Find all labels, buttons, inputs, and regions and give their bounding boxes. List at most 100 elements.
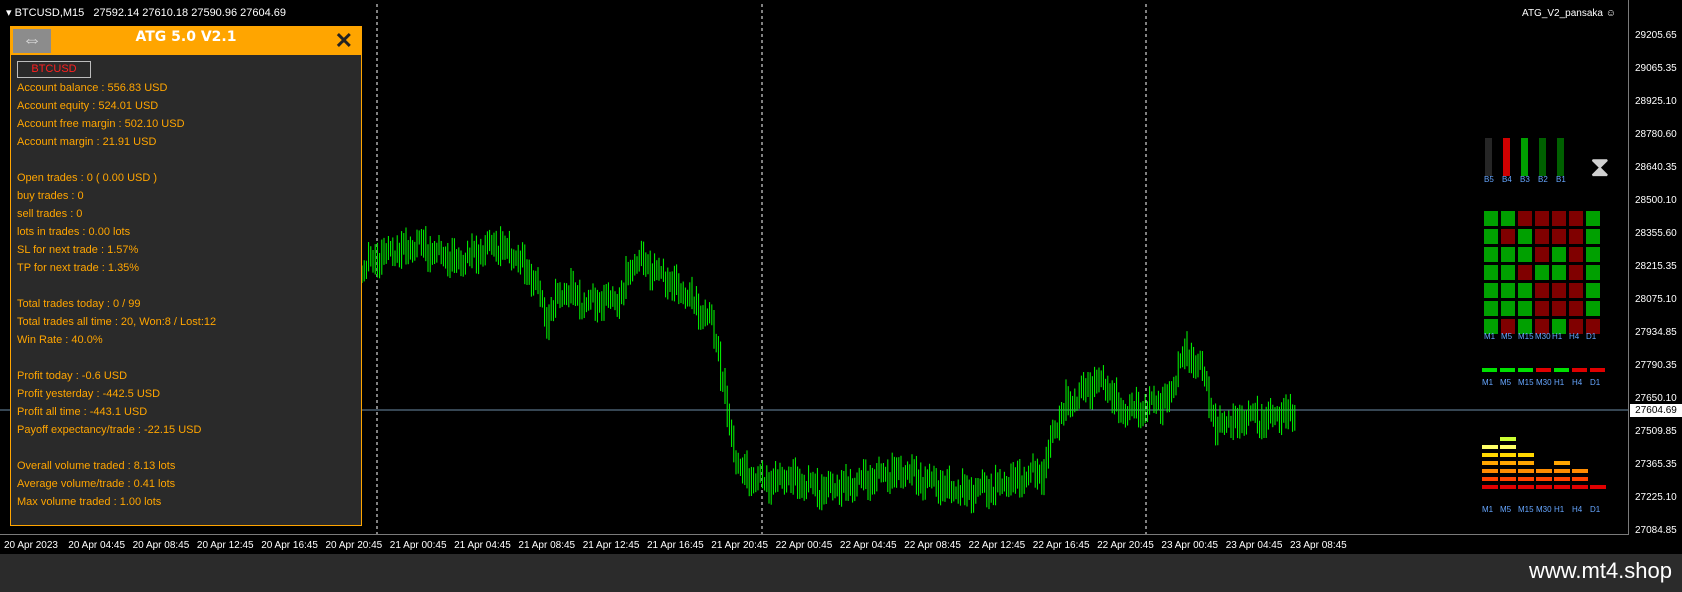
- signal-bar-label: B5: [1484, 175, 1494, 184]
- symbol-timeframe: BTCUSD,M15: [14, 7, 85, 19]
- close-icon[interactable]: ✕: [335, 27, 353, 55]
- signal-cell: [1501, 283, 1515, 298]
- time-tick: 20 Apr 08:45: [132, 540, 190, 551]
- signal-bar-label: B3: [1520, 175, 1530, 184]
- signal-cell: [1535, 283, 1549, 298]
- symbol-button[interactable]: BTCUSD: [17, 61, 91, 78]
- atg-panel[interactable]: ⇔ ATG 5.0 V2.1 ✕ BTCUSD Account balance …: [10, 26, 362, 526]
- signal-cell: [1518, 301, 1532, 316]
- volume-step: [1500, 461, 1516, 465]
- signal-cell: [1552, 229, 1566, 244]
- smiley-icon: ☺: [1605, 8, 1616, 19]
- price-tick: 28780.60: [1635, 129, 1677, 140]
- time-tick: 22 Apr 08:45: [904, 540, 961, 551]
- volume-tf-label: H1: [1554, 505, 1565, 514]
- time-tick: 22 Apr 12:45: [968, 540, 1026, 551]
- time-tick: 23 Apr 04:45: [1225, 540, 1283, 551]
- trend-bar: [1518, 368, 1533, 372]
- price-tick: 27934.85: [1635, 327, 1677, 338]
- stat-line: Win Rate : 40.0%: [17, 334, 103, 346]
- time-tick: 22 Apr 20:45: [1097, 540, 1154, 551]
- time-tick: 21 Apr 12:45: [582, 540, 640, 551]
- signal-cell: [1586, 247, 1600, 262]
- trend-bar: [1590, 368, 1605, 372]
- volume-step: [1572, 485, 1588, 489]
- trend-tf-label: M1: [1482, 378, 1494, 387]
- price-tick: 27790.35: [1635, 360, 1677, 371]
- signal-bar: [1503, 138, 1510, 176]
- price-tick: 27650.10: [1635, 393, 1677, 404]
- price-tick: 28640.35: [1635, 162, 1677, 173]
- signal-bar: [1557, 138, 1564, 176]
- time-tick: 22 Apr 04:45: [839, 540, 897, 551]
- signal-cell: [1518, 211, 1532, 226]
- signal-cell: [1586, 283, 1600, 298]
- trend-bar: [1500, 368, 1515, 372]
- price-tick: 28215.35: [1635, 261, 1677, 272]
- price-tick: 28925.10: [1635, 96, 1677, 107]
- signal-cell: [1535, 247, 1549, 262]
- time-tick: 21 Apr 08:45: [518, 540, 576, 551]
- volume-step: [1482, 445, 1498, 449]
- current-price-label: 27604.69: [1630, 404, 1682, 417]
- signal-cell: [1552, 265, 1566, 280]
- volume-step: [1482, 485, 1498, 489]
- time-tick: 22 Apr 00:45: [775, 540, 833, 551]
- price-tick: 28355.60: [1635, 228, 1677, 239]
- price-tick: 28500.10: [1635, 195, 1677, 206]
- signal-cell: [1501, 301, 1515, 316]
- volume-step: [1554, 469, 1570, 473]
- price-tick: 27365.35: [1635, 459, 1677, 470]
- price-axis[interactable]: 29205.65 29065.35 28925.10 28780.60 28640.35…: [1629, 0, 1682, 554]
- time-tick: 20 Apr 2023: [4, 540, 58, 551]
- signal-cell: [1535, 211, 1549, 226]
- volume-step: [1536, 477, 1552, 481]
- stat-line: Account balance : 556.83 USD: [17, 82, 168, 94]
- volume-tf-label: H4: [1572, 505, 1583, 514]
- signal-cell: [1501, 265, 1515, 280]
- volume-tf-label: D1: [1590, 505, 1601, 514]
- grid-tf-label: M5: [1501, 332, 1513, 341]
- stat-line: Account equity : 524.01 USD: [17, 100, 159, 112]
- volume-step: [1500, 485, 1516, 489]
- signal-cell: [1535, 265, 1549, 280]
- stat-line: Open trades : 0 ( 0.00 USD ): [17, 172, 158, 184]
- signal-cell: [1569, 283, 1583, 298]
- chart-area[interactable]: B5 B4 B3 B2 B1 ⧗ M1 M5 M15 M30 H1 H4 D1 M1 M5 M15 M30 H1 H…: [0, 0, 1682, 554]
- signal-cell: [1535, 301, 1549, 316]
- volume-step: [1554, 461, 1570, 465]
- volume-step: [1518, 477, 1534, 481]
- stat-line: TP for next trade : 1.35%: [17, 262, 140, 274]
- panel-header[interactable]: ⇔ ATG 5.0 V2.1 ✕: [11, 27, 361, 55]
- watermark: www.mt4.shop: [1528, 558, 1672, 583]
- trend-tf-label: H1: [1554, 378, 1565, 387]
- volume-step: [1518, 485, 1534, 489]
- price-tick: 27509.85: [1635, 426, 1677, 437]
- volume-step: [1500, 453, 1516, 457]
- stat-line: Profit yesterday : -442.5 USD: [17, 388, 161, 400]
- signal-cell: [1586, 229, 1600, 244]
- chart-menu-icon[interactable]: ▾: [6, 7, 12, 19]
- signal-cell: [1484, 283, 1498, 298]
- stat-line: buy trades : 0: [17, 190, 84, 202]
- trend-tf-label: D1: [1590, 378, 1601, 387]
- stat-line: sell trades : 0: [17, 208, 83, 220]
- time-tick: 20 Apr 20:45: [325, 540, 383, 551]
- time-tick: 20 Apr 04:45: [68, 540, 126, 551]
- trend-tf-label: H4: [1572, 378, 1583, 387]
- indicator-name-text: ATG_V2_pansaka: [1522, 8, 1603, 19]
- signal-cell: [1518, 283, 1532, 298]
- price-tick: 27225.10: [1635, 492, 1677, 503]
- signal-cell: [1552, 211, 1566, 226]
- signal-cell: [1569, 301, 1583, 316]
- time-tick: 21 Apr 04:45: [454, 540, 511, 551]
- stat-line: Account margin : 21.91 USD: [17, 136, 157, 148]
- price-tick: 29065.35: [1635, 63, 1677, 74]
- stat-line: Total trades today : 0 / 99: [17, 298, 141, 310]
- volume-step: [1500, 477, 1516, 481]
- signal-cell: [1569, 265, 1583, 280]
- volume-step: [1536, 469, 1552, 473]
- stat-line: Payoff expectancy/trade : -22.15 USD: [17, 424, 202, 436]
- indicator-name: ATG_V2_pansaka ☺: [1522, 8, 1616, 19]
- signal-cell: [1518, 229, 1532, 244]
